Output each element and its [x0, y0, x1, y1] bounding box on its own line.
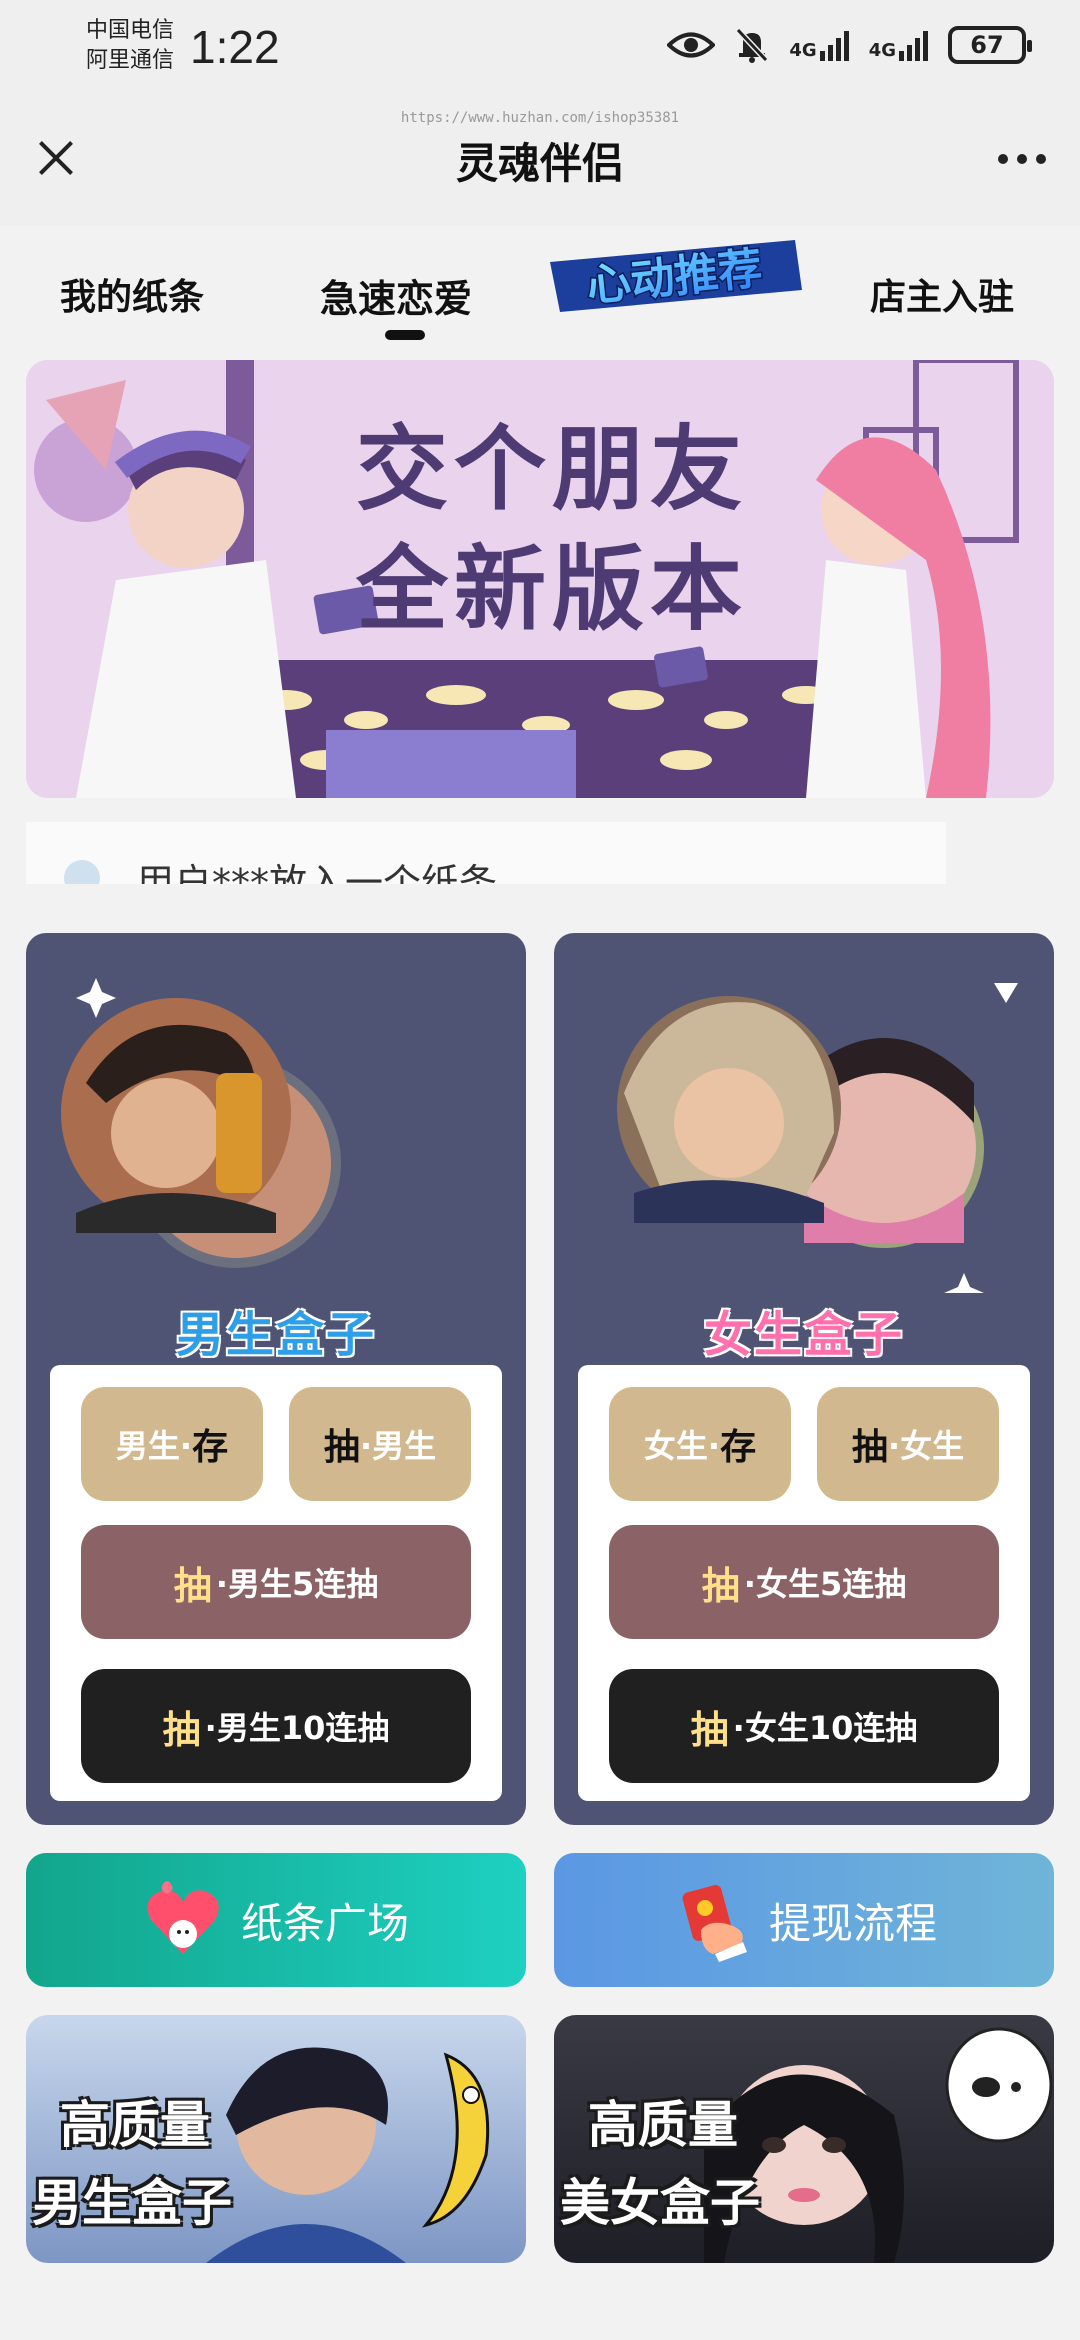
girl-draw-action: 抽	[851, 1427, 888, 1468]
banner-line-1: 交个朋友	[356, 416, 749, 523]
network-type-2: 4G	[868, 40, 896, 61]
promo-banner[interactable]: 交个朋友 全新版本	[26, 360, 1054, 798]
page-title: 灵魂伴侣	[455, 139, 624, 188]
battery-indicator: 67	[948, 26, 1032, 64]
tab-hot-recommend[interactable]: 心动推荐	[540, 232, 810, 318]
boy-draw-action: 抽	[323, 1427, 360, 1468]
girl-draw10-label: ·女生10连抽	[732, 1709, 918, 1747]
girl-promo-tile[interactable]: 高质量 美女盒子	[554, 2015, 1054, 2263]
carrier-info: 中国电信 阿里通信	[86, 16, 174, 76]
note-square-button[interactable]: 纸条广场	[26, 1853, 526, 1987]
signal-bars-icon	[899, 29, 928, 61]
girl-draw10-button[interactable]: 抽 ·女生10连抽	[609, 1669, 999, 1783]
boy-draw-label: ·男生	[359, 1427, 437, 1465]
girl-draw5-action: 抽	[701, 1563, 740, 1608]
carrier-line-1: 中国电信	[86, 18, 175, 43]
banner-line-2: 全新版本	[356, 536, 749, 643]
boy-draw-button[interactable]: 抽 ·男生	[289, 1387, 471, 1501]
boy-store-button[interactable]: 男生· 存	[81, 1387, 263, 1501]
signal-2: 4G	[869, 29, 928, 61]
mute-bell-icon	[736, 27, 769, 63]
hot-recommend-label: 心动推荐	[584, 243, 764, 312]
watermark-url: https://www.huzhan.com/ishop35381	[400, 110, 680, 126]
notice-ticker: 用户***放入一个纸条	[26, 822, 946, 884]
girl-promo-line-1: 高质量	[588, 2096, 738, 2154]
red-envelope-hand-icon	[682, 1885, 747, 1962]
girl-actions-panel: 女生· 存 抽 ·女生 抽 ·女生5连抽 抽 ·女生10连抽	[578, 1365, 1030, 1801]
boy-draw5-label: ·男生5连抽	[215, 1565, 379, 1603]
heart-ghost-icon	[147, 1881, 219, 1954]
girl-draw10-action: 抽	[690, 1707, 729, 1752]
tab-shop-join[interactable]: 店主入驻	[870, 268, 1014, 320]
notice-text: 用户***放入一个纸条	[136, 861, 498, 884]
boy-box-card: 男生盒子 男生· 存 抽 ·男生 抽 ·男生5连抽 抽 ·男生10连抽	[26, 933, 526, 1825]
boy-promo-line-1: 高质量	[60, 2096, 210, 2154]
clock: 1:22	[190, 21, 280, 73]
boy-store-action: 存	[192, 1427, 229, 1468]
boy-avatars	[61, 978, 341, 1268]
girl-store-action: 存	[720, 1427, 757, 1468]
status-icons: 4G 4G 67	[667, 26, 1032, 64]
user-avatar	[64, 860, 100, 884]
girl-promo-line-2: 美女盒子	[560, 2174, 760, 2232]
signal-1: 4G	[789, 29, 849, 61]
girl-draw-button[interactable]: 抽 ·女生	[817, 1387, 999, 1501]
withdraw-process-label: 提现流程	[768, 1898, 937, 1948]
girl-draw-label: ·女生	[887, 1427, 965, 1465]
boy-draw5-action: 抽	[173, 1563, 212, 1608]
more-menu-icon[interactable]	[998, 154, 1046, 164]
network-type-1: 4G	[789, 40, 817, 61]
girl-avatars	[617, 983, 1018, 1293]
signal-bars-icon	[819, 29, 849, 61]
eye-icon	[667, 32, 716, 58]
withdraw-process-button[interactable]: 提现流程	[554, 1853, 1054, 1987]
girl-box-title: 女生盒子	[703, 1307, 904, 1363]
note-square-label: 纸条广场	[240, 1898, 409, 1948]
boy-promo-tile[interactable]: 高质量 男生盒子	[26, 2015, 526, 2263]
girl-box-card: 女生盒子 女生· 存 抽 ·女生 抽 ·女生5连抽 抽 ·女生10连抽	[554, 933, 1054, 1825]
girl-store-label: 女生·	[643, 1427, 721, 1465]
girl-draw5-button[interactable]: 抽 ·女生5连抽	[609, 1525, 999, 1639]
boy-draw10-button[interactable]: 抽 ·男生10连抽	[81, 1669, 471, 1783]
boy-draw10-label: ·男生10连抽	[204, 1709, 390, 1747]
boy-promo-line-2: 男生盒子	[32, 2174, 232, 2232]
girl-store-button[interactable]: 女生· 存	[609, 1387, 791, 1501]
tab-speed-love[interactable]: 急速恋爱	[320, 268, 472, 323]
active-tab-indicator	[385, 330, 425, 340]
title-bar: https://www.huzhan.com/ishop35381 灵魂伴侣	[0, 96, 1080, 226]
carrier-line-2: 阿里通信	[86, 48, 175, 73]
girl-draw5-label: ·女生5连抽	[743, 1565, 907, 1603]
status-bar: 中国电信 阿里通信 1:22 4G 4G 67	[0, 0, 1080, 96]
boy-store-label: 男生·	[115, 1427, 193, 1465]
boy-draw5-button[interactable]: 抽 ·男生5连抽	[81, 1525, 471, 1639]
boy-box-title: 男生盒子	[175, 1307, 376, 1363]
boy-actions-panel: 男生· 存 抽 ·男生 抽 ·男生5连抽 抽 ·男生10连抽	[50, 1365, 502, 1801]
tab-my-notes[interactable]: 我的纸条	[60, 268, 204, 320]
boy-draw10-action: 抽	[162, 1707, 201, 1752]
